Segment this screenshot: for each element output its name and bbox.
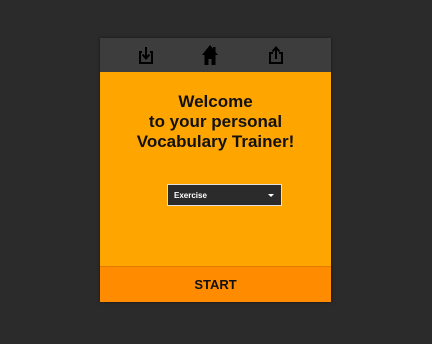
welcome-line-2: to your personal xyxy=(148,112,283,131)
welcome-line-1: Welcome xyxy=(178,92,253,111)
app-window: Welcome to your personal Vocabulary Trai… xyxy=(100,38,331,302)
start-button-label: START xyxy=(194,277,237,292)
home-icon xyxy=(202,45,218,65)
welcome-heading: Welcome to your personal Vocabulary Trai… xyxy=(100,92,331,152)
welcome-line-3: Vocabulary Trainer! xyxy=(136,132,295,151)
mode-select-value: Exercise xyxy=(174,190,207,200)
chevron-down-icon xyxy=(268,194,274,197)
export-icon xyxy=(269,45,283,64)
import-icon xyxy=(139,47,153,64)
mode-select[interactable]: Exercise xyxy=(167,184,282,206)
start-button[interactable]: START xyxy=(100,266,331,302)
toolbar xyxy=(100,38,331,72)
import-button[interactable] xyxy=(133,42,159,68)
export-button[interactable] xyxy=(263,42,289,68)
home-button[interactable] xyxy=(197,42,223,68)
